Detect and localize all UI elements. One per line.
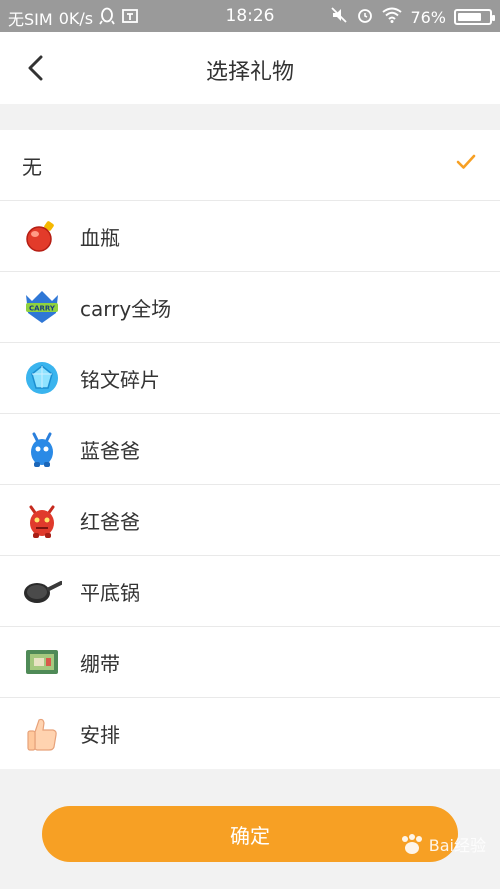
gift-label: 蓝爸爸 bbox=[80, 438, 140, 463]
gift-label: carry全场 bbox=[80, 296, 172, 321]
gift-option-frying-pan[interactable]: 平底锅 bbox=[0, 556, 500, 627]
watermark-text: Bai经验 bbox=[428, 836, 486, 855]
gift-label: 铭文碎片 bbox=[80, 367, 160, 392]
gift-label: 无 bbox=[22, 154, 42, 179]
gift-list: 无 血瓶 CARRY carry全场 铭文碎片 蓝爸爸 红爸爸 平底锅 绷带 安… bbox=[0, 130, 500, 769]
gift-option-potion[interactable]: 血瓶 bbox=[0, 201, 500, 272]
gift-option-arrange[interactable]: 安排 bbox=[0, 698, 500, 769]
pan-icon bbox=[22, 571, 62, 611]
paw-icon bbox=[401, 834, 422, 854]
gift-label: 血瓶 bbox=[80, 225, 120, 250]
status-right: 76% bbox=[330, 6, 495, 28]
red-buff-icon bbox=[22, 500, 62, 540]
thumbs-up-icon bbox=[22, 714, 62, 754]
gift-label: 绷带 bbox=[80, 651, 120, 676]
potion-icon bbox=[22, 216, 62, 256]
checkmark-icon bbox=[456, 154, 476, 174]
mute-icon bbox=[330, 6, 348, 28]
app-header: 选择礼物 bbox=[0, 32, 500, 104]
svg-text:CARRY: CARRY bbox=[29, 305, 56, 313]
carry-badge-icon: CARRY bbox=[22, 287, 62, 327]
gift-option-red-buff[interactable]: 红爸爸 bbox=[0, 485, 500, 556]
gift-label: 安排 bbox=[80, 723, 120, 747]
alarm-icon bbox=[356, 6, 374, 28]
gift-option-inscription-shard[interactable]: 铭文碎片 bbox=[0, 343, 500, 414]
confirm-button[interactable]: 确定 bbox=[42, 806, 458, 862]
battery-fill bbox=[458, 13, 481, 21]
bandage-icon bbox=[22, 642, 62, 682]
baidu-watermark: Bai经验 bbox=[399, 832, 486, 856]
gift-label: 平底锅 bbox=[80, 580, 140, 605]
wifi-icon bbox=[382, 7, 403, 27]
gem-icon bbox=[22, 358, 62, 398]
page-title: 选择礼物 bbox=[205, 60, 294, 85]
gift-option-carry[interactable]: CARRY carry全场 bbox=[0, 272, 500, 343]
gift-option-blue-buff[interactable]: 蓝爸爸 bbox=[0, 414, 500, 485]
gift-option-none[interactable]: 无 bbox=[0, 130, 500, 201]
gift-label: 红爸爸 bbox=[80, 509, 140, 534]
battery-icon bbox=[454, 9, 495, 25]
battery-percent-text: 76% bbox=[410, 7, 446, 27]
status-bar: 无SIM 0K/s 18:26 76% bbox=[0, 0, 500, 32]
gift-option-bandage[interactable]: 绷带 bbox=[0, 627, 500, 698]
blue-buff-icon bbox=[22, 429, 62, 469]
